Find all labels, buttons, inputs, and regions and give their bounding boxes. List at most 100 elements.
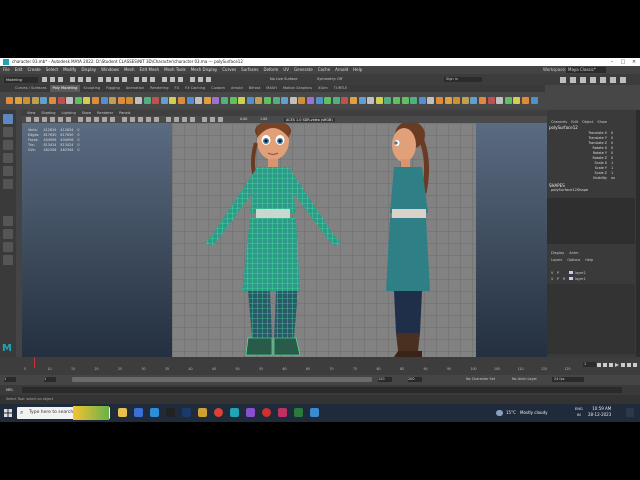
range-inner-start-field[interactable]: 1 (44, 377, 56, 382)
shelf-tool-icon[interactable] (281, 97, 289, 104)
photoshop-icon[interactable] (182, 408, 191, 417)
fps-select[interactable]: 24 fps (552, 377, 584, 382)
side-by-side-layout-icon[interactable] (3, 242, 13, 252)
shelf-tab-fx-caching[interactable]: FX Caching (182, 85, 208, 92)
channel-menu-edit[interactable]: Edit (571, 120, 578, 124)
menu-item-mesh-tools[interactable]: Mesh Tools (164, 66, 186, 74)
language-indicator[interactable]: ENG (575, 407, 583, 411)
shelf-tool-icon[interactable] (522, 97, 529, 104)
character-set-select[interactable]: No Character Set (466, 377, 495, 381)
shelf-tool-icon[interactable] (289, 97, 297, 104)
shelf-tool-icon[interactable] (367, 97, 375, 104)
app-icon-1[interactable] (166, 408, 175, 417)
shelf-tool-icon[interactable] (307, 97, 314, 104)
task-view-icon[interactable] (134, 408, 143, 417)
menu-item-display[interactable]: Display (81, 66, 96, 74)
shelf-tool-icon[interactable] (229, 97, 237, 104)
shelf-tool-icon[interactable] (341, 97, 349, 104)
character-models[interactable] (172, 123, 476, 357)
attribute-value[interactable]: on (611, 176, 615, 181)
single-view-layout-icon[interactable] (3, 216, 13, 226)
shelf-tool-icon[interactable] (530, 97, 538, 104)
record-icon[interactable] (262, 408, 271, 417)
maximize-button[interactable]: □ (618, 58, 628, 66)
shelf-tab-animation[interactable]: Animation (123, 85, 147, 92)
shelf-tab-custom[interactable]: Custom (208, 85, 228, 92)
shelf-tool-icon[interactable] (160, 97, 168, 104)
shelf-tool-icon[interactable] (384, 97, 392, 104)
shelf-tool-icon[interactable] (117, 97, 125, 104)
shelf-tool-icon[interactable] (315, 97, 323, 104)
shelf-tool-icon[interactable] (178, 97, 185, 104)
shelf-tool-icon[interactable] (427, 97, 435, 104)
exposure-field[interactable]: 0.00 (240, 117, 247, 121)
shelf-tool-icon[interactable] (375, 97, 383, 104)
shelf-tab-rendering[interactable]: Rendering (147, 85, 171, 92)
layer-color-swatch[interactable] (569, 271, 573, 274)
shelf-tool-icon[interactable] (83, 97, 91, 104)
layer-menu-help[interactable]: Help (585, 258, 593, 262)
panel-toggle-icons[interactable] (560, 76, 638, 84)
layer-color-swatch[interactable] (569, 277, 573, 280)
menu-item-create[interactable]: Create (27, 66, 40, 74)
shelf-tab-poly-modeling[interactable]: Poly Modeling (49, 85, 81, 92)
lasso-tool-icon[interactable] (3, 127, 13, 137)
shelf-tool-icon[interactable] (212, 97, 220, 104)
folder-icon[interactable] (198, 408, 207, 417)
mode-select[interactable]: Modeling (4, 77, 38, 83)
rotate-tool-icon[interactable] (3, 166, 13, 176)
shelf-tool-icon[interactable] (461, 97, 469, 104)
layer-tab-anim[interactable]: Anim (569, 251, 578, 255)
shelf-tab-turtle[interactable]: TURTLE (331, 85, 351, 92)
shelf-tool-icon[interactable] (31, 97, 39, 104)
shelf-tool-icon[interactable] (418, 97, 426, 104)
shelf-tool-icon[interactable] (487, 97, 495, 104)
menu-item-surfaces[interactable]: Surfaces (241, 66, 258, 74)
app-icon-3[interactable] (278, 408, 287, 417)
menu-item-edit-mesh[interactable]: Edit Mesh (140, 66, 160, 74)
menu-item-cache[interactable]: Cache (318, 66, 330, 74)
menu-item-curves[interactable]: Curves (222, 66, 236, 74)
shelf-tool-icon[interactable] (49, 97, 56, 104)
sign-in-button[interactable]: Sign In (444, 77, 482, 82)
menu-item-deform[interactable]: Deform (263, 66, 278, 74)
shelf-tab-fx[interactable]: FX (172, 85, 183, 92)
shelf-tab-mash[interactable]: MASH (263, 85, 280, 92)
shelf-tool-icon[interactable] (109, 97, 117, 104)
channel-menu-channels[interactable]: Channels (551, 120, 567, 124)
menu-item-mesh-display[interactable]: Mesh Display (191, 66, 218, 74)
menu-item-edit[interactable]: Edit (15, 66, 23, 74)
windows-start-icon[interactable] (4, 409, 12, 417)
anim-layer-select[interactable]: No Anim Layer (512, 377, 537, 381)
menu-item-file[interactable]: File (3, 66, 10, 74)
shelf-tool-icon[interactable] (479, 97, 486, 104)
shelf-tab-arnold[interactable]: Arnold (228, 85, 246, 92)
symmetry-field[interactable]: Symmetry: Off (317, 77, 342, 81)
taskbar-clock[interactable]: 10:59 AM 28-12-2023 (588, 406, 611, 418)
layer-flag[interactable]: P (557, 271, 563, 275)
shelf-tool-icon[interactable] (272, 97, 280, 104)
edge-icon[interactable] (150, 408, 159, 417)
channel-attribute-row[interactable]: Visibility on (549, 176, 635, 181)
shelf-tool-icon[interactable] (513, 97, 521, 104)
layer-tab-display[interactable]: Display (551, 251, 564, 255)
range-bar[interactable] (72, 377, 372, 382)
shelf-tab-sculpting[interactable]: Sculpting (80, 85, 103, 92)
shelf-tool-icon[interactable] (14, 97, 22, 104)
shelf-tool-icon[interactable] (74, 97, 82, 104)
shelf-tool-icon[interactable] (453, 97, 461, 104)
menu-item-select[interactable]: Select (46, 66, 58, 74)
shelf-tool-icon[interactable] (332, 97, 340, 104)
channel-menu-object[interactable]: Object (582, 120, 593, 124)
shelf-tool-icon[interactable] (393, 97, 400, 104)
shelf-tool-icon[interactable] (40, 97, 48, 104)
app-icon-2[interactable] (246, 408, 255, 417)
shelf-tool-icon[interactable] (6, 97, 13, 104)
display-layer-row[interactable]: V P Rlayer1 (551, 277, 586, 283)
shelf-tool-icon[interactable] (186, 97, 194, 104)
side-tabs-strip[interactable] (636, 110, 640, 357)
shelf-tool-icon[interactable] (255, 97, 263, 104)
shelf-tab-rigging[interactable]: Rigging (103, 85, 123, 92)
shelf-tool-icon[interactable] (264, 97, 271, 104)
mel-input[interactable] (22, 387, 622, 393)
